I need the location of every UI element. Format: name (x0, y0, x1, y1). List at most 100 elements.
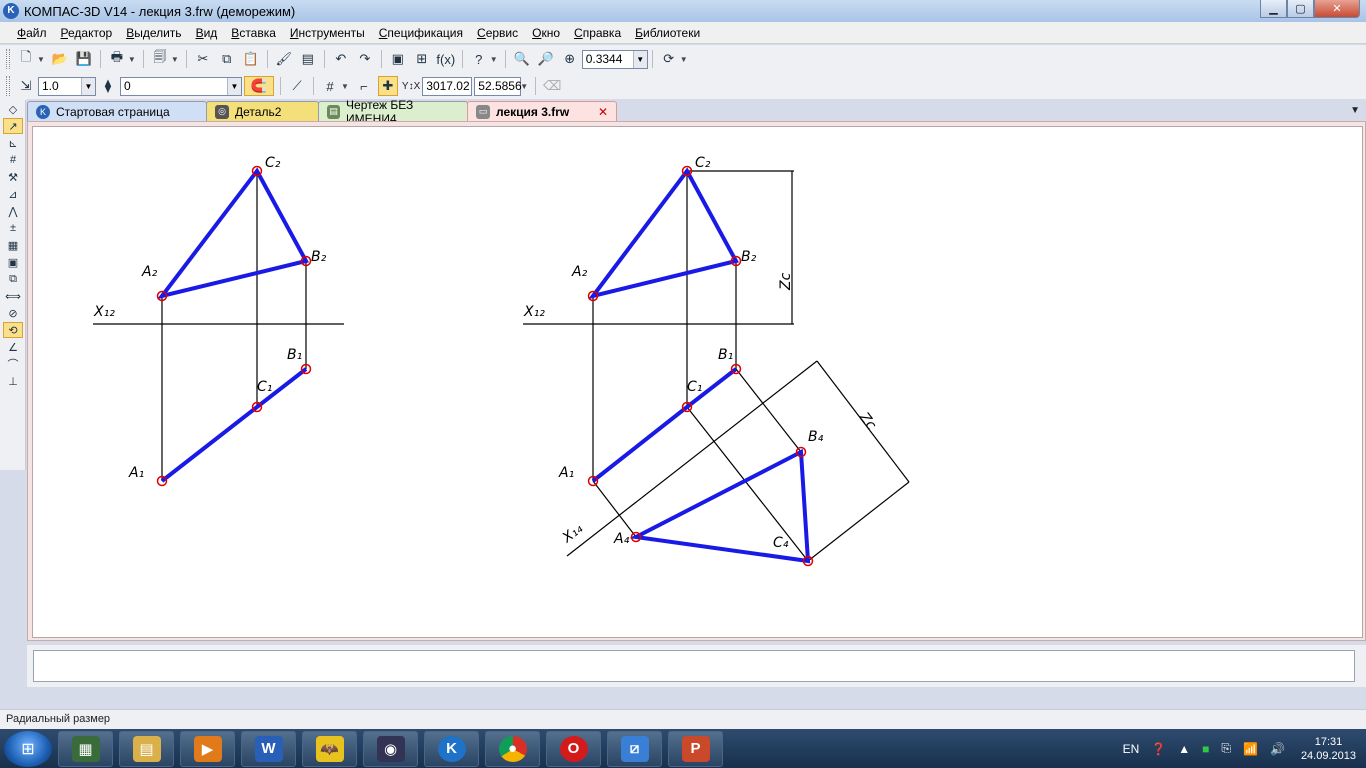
help-tray-icon[interactable]: ❓ (1151, 742, 1166, 756)
coord-x-field[interactable]: 3017.02 (422, 76, 473, 96)
format-brush-icon[interactable]: 🖌 (274, 49, 294, 69)
chevron-down-icon[interactable]: ▼ (128, 55, 136, 64)
function-icon[interactable]: f(x) (436, 49, 456, 69)
paste-icon[interactable]: 📋 (241, 49, 261, 69)
language-indicator[interactable]: EN (1123, 742, 1140, 756)
preview-icon[interactable]: 🗐 (150, 49, 170, 69)
drawing-canvas[interactable]: C₂ B₂ A₂ X₁₂ B₁ C₁ A₁ C₂ B₂ A₂ X₁₂ B₁ C₁… (32, 126, 1363, 638)
tab-lecture3[interactable]: ▭ лекция 3.frw ✕ (467, 101, 617, 121)
snap-step-icon[interactable]: ⇲ (16, 76, 36, 96)
chevron-down-icon[interactable]: ▼ (490, 55, 498, 64)
print-icon[interactable]: 🖶 (107, 49, 127, 69)
help-pointer-icon[interactable]: ? (469, 49, 489, 69)
redo-icon[interactable]: ↷ (355, 49, 375, 69)
zoom-combo[interactable]: 0.3344 ▼ (581, 49, 648, 69)
properties-icon[interactable]: ▤ (298, 49, 318, 69)
close-tab-icon[interactable]: ✕ (598, 105, 608, 119)
grid-icon[interactable]: # (320, 76, 340, 96)
taskbar-app-kompas[interactable]: K (424, 730, 479, 767)
taskbar-app-player[interactable]: ◉ (363, 730, 418, 767)
diameter-dim-icon[interactable]: ⊘ (3, 305, 23, 321)
chevron-down-icon[interactable]: ▼ (520, 82, 528, 91)
undo-icon[interactable]: ↶ (331, 49, 351, 69)
minimize-button[interactable]: ▁ (1260, 0, 1287, 18)
insert-icon[interactable]: ▣ (3, 254, 23, 270)
usb-device-icon[interactable]: ⎘ (1221, 741, 1231, 756)
coord-y-field[interactable]: 52.5856 (474, 76, 522, 96)
refresh-icon[interactable]: ⟳ (659, 49, 679, 69)
chevron-down-icon[interactable]: ▼ (680, 55, 688, 64)
toolbar-grip[interactable] (6, 49, 10, 69)
menu-help[interactable]: Справка (574, 26, 621, 40)
new-document-icon[interactable]: 🗋 (16, 49, 36, 69)
variables-icon[interactable]: ⊞ (412, 49, 432, 69)
spec-icon[interactable]: ± (3, 220, 23, 236)
show-hidden-icons-icon[interactable]: ▲ (1178, 742, 1190, 756)
arc-dim-icon[interactable]: ⌒ (3, 356, 23, 372)
open-folder-icon[interactable]: 📂 (50, 49, 70, 69)
parametrization-icon[interactable]: ⚒ (3, 169, 23, 185)
chevron-down-icon[interactable]: ▼ (81, 77, 95, 95)
geometry-icon[interactable]: ◇ (3, 101, 23, 117)
chevron-down-icon[interactable]: ▼ (171, 55, 179, 64)
taskbar-app-powerpoint[interactable]: P (668, 730, 723, 767)
menu-specification[interactable]: Спецификация (379, 26, 463, 40)
save-icon[interactable]: 💾 (74, 49, 94, 69)
taskbar-app-word[interactable]: W (241, 730, 296, 767)
menu-editor[interactable]: Редактор (61, 26, 113, 40)
edit-icon[interactable]: # (3, 152, 23, 168)
chevron-down-icon[interactable]: ▼ (227, 77, 241, 95)
local-cs-icon[interactable]: ⟋ (287, 76, 307, 96)
menu-window[interactable]: Окно (532, 26, 560, 40)
tab-start-page[interactable]: K Стартовая страница (27, 101, 207, 121)
linear-dim-icon[interactable]: ⟺ (3, 288, 23, 304)
zoom-fit-icon[interactable]: 🔎 (536, 49, 556, 69)
maximize-button[interactable]: ▢ (1287, 0, 1314, 18)
menu-view[interactable]: Вид (196, 26, 218, 40)
taskbar-app-media[interactable]: ▶ (180, 730, 235, 767)
menu-select[interactable]: Выделить (126, 26, 181, 40)
menu-file[interactable]: Файл (17, 26, 47, 40)
taskbar-app-monitor[interactable]: ▦ (58, 730, 113, 767)
taskbar-app-explorer[interactable]: ▤ (119, 730, 174, 767)
select-icon[interactable]: ⋀ (3, 203, 23, 219)
clock[interactable]: 17:31 24.09.2013 (1301, 735, 1356, 763)
network-signal-icon[interactable]: 📶 (1243, 742, 1258, 756)
tab-detail2[interactable]: ◎ Деталь2 (206, 101, 319, 121)
copy-icon[interactable]: ⧉ (217, 49, 237, 69)
reports-icon[interactable]: ▦ (3, 237, 23, 253)
drawing-svg[interactable]: C₂ B₂ A₂ X₁₂ B₁ C₁ A₁ C₂ B₂ A₂ X₁₂ B₁ C₁… (33, 127, 1364, 639)
zoom-in-icon[interactable]: ⊕ (560, 49, 580, 69)
angular-dim-icon[interactable]: ∠ (3, 339, 23, 355)
menu-service[interactable]: Сервис (477, 26, 518, 40)
layers-icon[interactable]: ⧫ (98, 76, 118, 96)
magnet-snap-icon[interactable]: 🧲 (244, 76, 274, 96)
manager-icon[interactable]: ▣ (388, 49, 408, 69)
taskbar-app-opera[interactable]: O (546, 730, 601, 767)
snap-point-icon[interactable]: ✚ (377, 76, 398, 96)
layer-combo[interactable]: 0 ▼ (120, 76, 242, 96)
chevron-down-icon[interactable]: ▼ (37, 55, 45, 64)
library-icon[interactable]: ⧉ (3, 271, 23, 287)
cut-icon[interactable]: ✂ (193, 49, 213, 69)
measure-icon[interactable]: ⊿ (3, 186, 23, 202)
tabs-menu-icon[interactable]: ▼ (1350, 105, 1360, 116)
close-button[interactable]: ✕ (1314, 0, 1360, 18)
menu-libraries[interactable]: Библиотеки (635, 26, 700, 40)
zoom-window-icon[interactable]: 🔍 (512, 49, 532, 69)
toolbar-grip[interactable] (6, 76, 10, 96)
volume-icon[interactable]: 🔊 (1270, 742, 1285, 756)
dimensions-icon[interactable]: ↗ (3, 118, 23, 134)
radial-dim-icon[interactable]: ⟲ (3, 322, 23, 338)
properties-box[interactable] (33, 650, 1355, 682)
ortho-icon[interactable]: ⌐ (354, 76, 374, 96)
start-button[interactable]: ⊞ (4, 730, 52, 767)
step-combo[interactable]: 1.0 ▼ (38, 76, 96, 96)
height-dim-icon[interactable]: ⊥ (3, 373, 23, 389)
tab-drawing[interactable]: ▤ Чертеж БЕЗ ИМЕНИ4 (318, 98, 468, 126)
chevron-down-icon[interactable]: ▼ (632, 50, 647, 68)
menu-tools[interactable]: Инструменты (290, 26, 365, 40)
menu-insert[interactable]: Вставка (231, 26, 276, 40)
status-green-icon[interactable]: ■ (1202, 742, 1209, 756)
chevron-down-icon[interactable]: ▼ (341, 82, 349, 91)
